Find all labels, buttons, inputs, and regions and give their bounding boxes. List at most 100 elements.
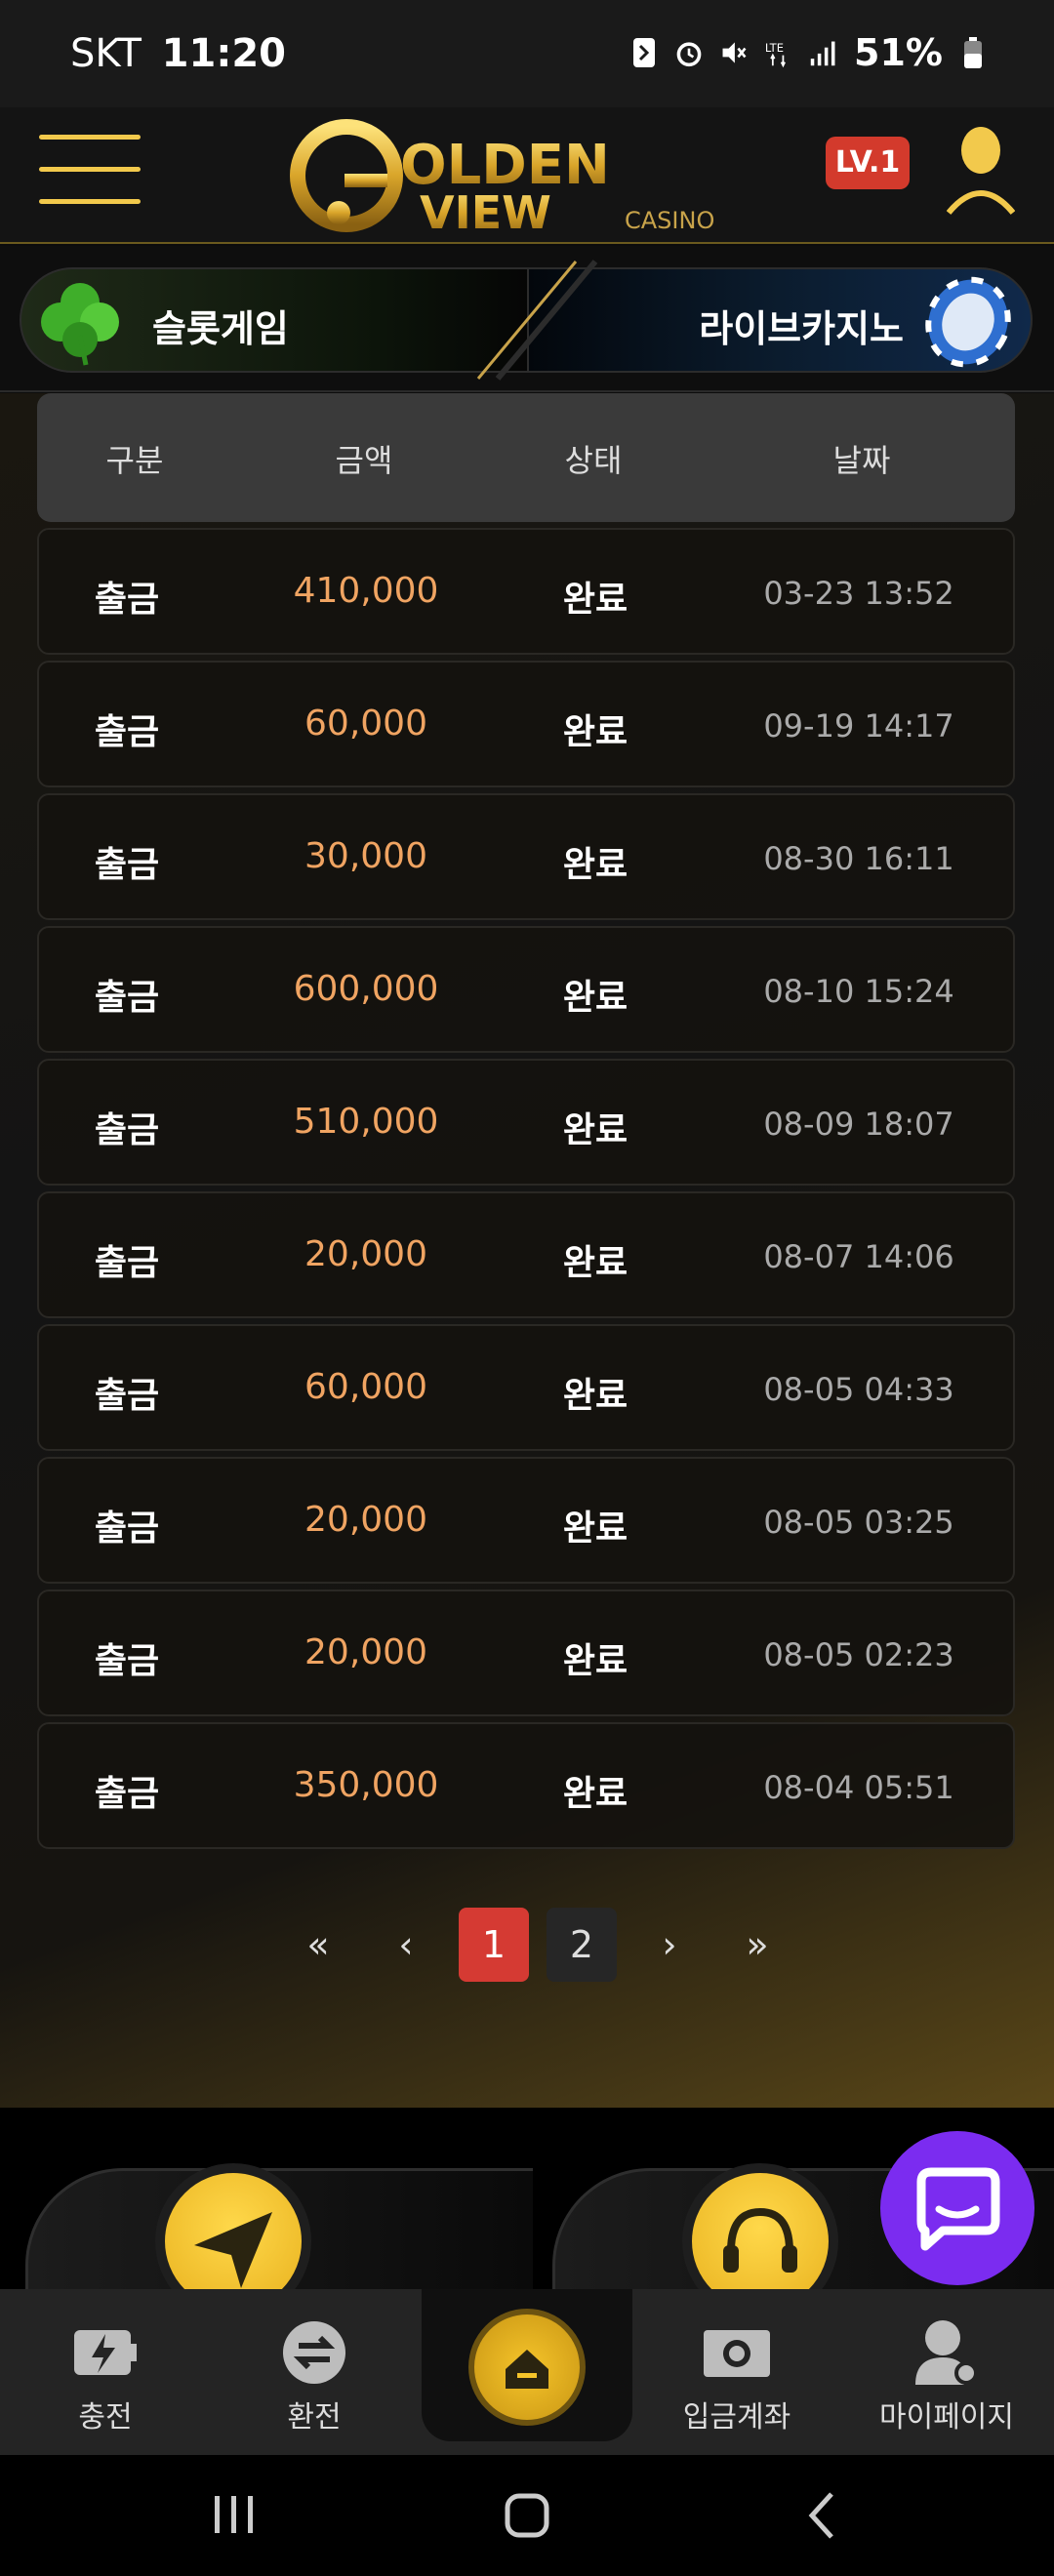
column-header-date: 날짜 [832,442,891,479]
home-icon [506,2350,548,2389]
signal-icon [810,41,835,66]
row-type: 출금 [94,978,160,1018]
table-row: 출금 60,000 완료 08-05 04:33 [37,1324,1015,1451]
clock-label: 11:20 [161,31,286,76]
row-status: 완료 [562,978,628,1018]
row-date: 08-09 18:07 [763,1106,954,1143]
menu-icon[interactable] [39,135,141,213]
clover-icon [41,283,119,366]
first-page-button[interactable]: « [283,1908,353,1982]
column-header-type: 구분 [105,442,164,479]
row-status: 완료 [562,1110,628,1150]
table-row: 출금 20,000 완료 08-05 02:23 [37,1590,1015,1716]
back-icon[interactable] [798,2490,847,2541]
camera-icon [704,2330,770,2377]
nav-my-page-label: 마이페이지 [879,2400,1014,2435]
table-row: 출금 510,000 완료 08-09 18:07 [37,1059,1015,1186]
home-system-icon[interactable] [498,2488,556,2543]
row-date: 08-05 03:25 [763,1504,954,1541]
nav-charge-label: 충전 [78,2400,133,2435]
golden-view-logo[interactable]: OLDEN VIEW CASINO [288,107,766,242]
table-row: 출금 350,000 완료 08-04 05:51 [37,1722,1015,1849]
svg-text:VIEW: VIEW [420,186,551,239]
app-header: OLDEN VIEW CASINO LV.1 [0,107,1054,244]
nav-exchange[interactable]: 환전 [217,2289,412,2455]
page-button-1[interactable]: 1 [459,1908,529,1982]
table-row: 출금 600,000 완료 08-10 15:24 [37,926,1015,1053]
row-status: 완료 [562,845,628,885]
row-date: 03-23 13:52 [763,575,954,612]
status-right: LTE 51% [629,31,988,74]
row-type: 출금 [94,1243,160,1283]
row-date: 08-07 14:06 [763,1238,954,1275]
row-type: 출금 [94,712,160,752]
home-button[interactable] [468,2309,586,2426]
table-row: 출금 410,000 완료 03-23 13:52 [37,528,1015,655]
status-left: SKT 11:20 [70,31,286,76]
row-amount: 600,000 [293,969,439,1009]
row-amount: 510,000 [293,1102,439,1142]
lte-icon: LTE [765,41,786,68]
row-amount: 60,000 [304,1367,427,1407]
row-type: 출금 [94,1110,160,1150]
next-page-button[interactable]: › [634,1908,705,1982]
table-row: 출금 20,000 완료 08-05 03:25 [37,1457,1015,1584]
tab-slot-label: 슬롯게임 [152,307,289,350]
row-type: 출금 [94,1774,160,1814]
table-row: 출금 30,000 완료 08-30 16:11 [37,793,1015,920]
row-status: 완료 [562,1641,628,1681]
nav-charge[interactable]: 충전 [8,2289,203,2455]
row-amount: 20,000 [304,1500,427,1540]
nav-my-page[interactable]: 마이페이지 [849,2289,1044,2455]
row-type: 출금 [94,1641,160,1681]
table-row: 출금 20,000 완료 08-07 14:06 [37,1191,1015,1318]
row-amount: 410,000 [293,571,439,611]
nfc-icon [633,38,656,67]
recent-apps-icon[interactable] [205,2490,264,2539]
row-type: 출금 [94,1509,160,1549]
row-date: 08-10 15:24 [763,973,954,1010]
tab-divider [476,260,598,381]
user-icon[interactable] [947,125,1015,222]
row-date: 09-19 14:17 [763,707,954,745]
row-amount: 30,000 [304,836,427,876]
system-nav-bar [0,2455,1054,2576]
column-header-amount: 금액 [335,442,393,479]
prev-page-button[interactable]: ‹ [371,1908,441,1982]
svg-text:LTE: LTE [765,41,784,55]
row-status: 완료 [562,580,628,620]
tab-live-label: 라이브카지노 [699,307,904,350]
mute-icon [722,42,747,63]
row-date: 08-30 16:11 [763,840,954,877]
history-table-header: 구분 금액 상태 날짜 [37,393,1015,522]
row-type: 출금 [94,1376,160,1416]
row-type: 출금 [94,580,160,620]
chat-button[interactable] [880,2131,1034,2285]
row-status: 완료 [562,712,628,752]
row-status: 완료 [562,1509,628,1549]
row-date: 08-04 05:51 [763,1769,954,1806]
my-page-icon [915,2320,978,2385]
chat-icon [916,2167,1000,2251]
row-date: 08-05 02:23 [763,1636,954,1673]
table-row: 출금 60,000 완료 09-19 14:17 [37,661,1015,787]
pagination: « ‹ 1 2 › » [283,1908,792,1982]
row-status: 완료 [562,1774,628,1814]
alarm-icon [676,42,702,67]
status-bar: SKT 11:20 LTE 51% [0,0,1054,107]
carrier-label: SKT [70,31,142,76]
battery-icon [964,37,982,68]
nav-deposit-label: 입금계좌 [682,2400,791,2435]
column-header-status: 상태 [564,442,623,479]
row-type: 출금 [94,845,160,885]
last-page-button[interactable]: » [722,1908,792,1982]
page-button-2[interactable]: 2 [547,1908,617,1982]
nav-deposit-account[interactable]: 입금계좌 [639,2289,834,2455]
row-status: 완료 [562,1376,628,1416]
charge-icon [74,2330,137,2375]
level-badge[interactable]: LV.1 [826,137,910,189]
casino-chip-icon [925,276,1011,368]
exchange-icon [283,2321,345,2384]
row-amount: 350,000 [293,1765,439,1805]
battery-percent: 51% [854,31,943,74]
